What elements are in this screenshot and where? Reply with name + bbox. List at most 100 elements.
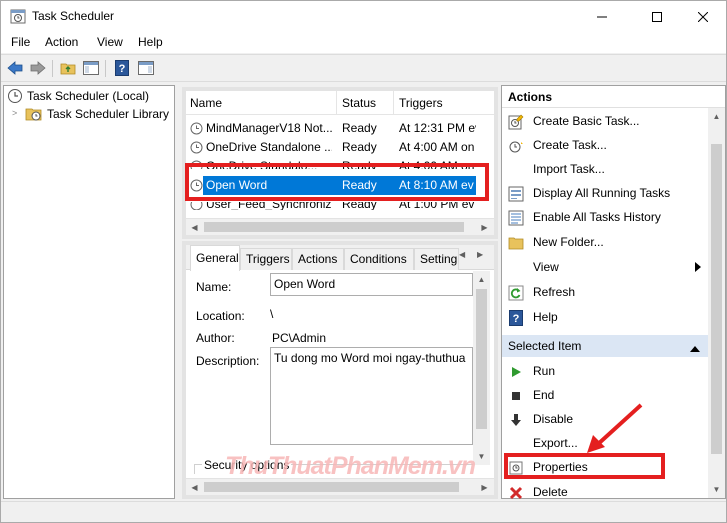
details-vertical-scrollbar[interactable]: ▲ ▼ [473, 271, 490, 465]
action-delete[interactable]: Delete [502, 481, 708, 500]
back-arrow-icon[interactable] [5, 59, 25, 77]
up-folder-icon[interactable] [58, 59, 78, 77]
action-label: Delete [533, 485, 568, 499]
column-header-triggers[interactable]: Triggers [399, 96, 443, 110]
tab-actions[interactable]: Actions [292, 248, 344, 270]
action-label: New Folder... [533, 235, 604, 249]
column-header-name[interactable]: Name [190, 96, 222, 110]
task-name: OneDrive Standalone ... [206, 140, 332, 154]
tab-scroll-left-icon[interactable]: ◀ [459, 250, 465, 259]
scroll-down-icon[interactable]: ▼ [473, 448, 490, 465]
details-tabs: General Triggers Actions Conditions Sett… [186, 245, 494, 271]
close-button[interactable] [680, 1, 726, 32]
status-bar [1, 501, 726, 522]
chevron-right-icon[interactable]: > [12, 108, 17, 118]
menu-file[interactable]: File [11, 35, 30, 49]
folder-clock-icon [25, 106, 43, 125]
task-row[interactable]: User_Feed_Synchroniz... Ready At 1:00 PM… [186, 202, 476, 210]
action-label: Create Task... [533, 138, 607, 152]
show-hide-tree-icon[interactable] [81, 59, 101, 77]
tree-child-label: Task Scheduler Library [47, 107, 170, 121]
running-tasks-icon [508, 186, 524, 202]
help-icon[interactable]: ? [112, 59, 132, 77]
toolbar: ? [1, 54, 726, 82]
selected-item-title: Selected Item [508, 339, 582, 353]
collapse-arrow-icon[interactable] [690, 341, 700, 355]
minimize-button[interactable] [579, 1, 625, 32]
action-new-folder[interactable]: New Folder... [502, 231, 708, 254]
submenu-arrow-icon [695, 261, 701, 275]
task-clock-icon [190, 202, 203, 210]
action-help[interactable]: ? Help [502, 306, 708, 329]
scroll-right-icon[interactable]: ▶ [476, 479, 493, 496]
tab-triggers[interactable]: Triggers [240, 248, 292, 270]
location-value: \ [270, 307, 274, 321]
task-trigger: At 1:00 PM ev [399, 202, 475, 210]
menu-action[interactable]: Action [45, 35, 78, 49]
tab-general[interactable]: General [190, 245, 240, 271]
action-label: View [533, 260, 559, 274]
action-display-running-tasks[interactable]: Display All Running Tasks [502, 182, 708, 205]
create-basic-task-icon [508, 114, 524, 130]
tree-root-label: Task Scheduler (Local) [27, 89, 150, 103]
scroll-down-icon[interactable]: ▼ [708, 481, 725, 498]
action-run[interactable]: Run [502, 360, 708, 383]
action-label: Refresh [533, 285, 576, 299]
scroll-up-icon[interactable]: ▲ [708, 108, 725, 125]
menu-view[interactable]: View [97, 35, 123, 49]
menu-bar: File Action View Help [1, 32, 726, 53]
forward-arrow-icon[interactable] [28, 59, 48, 77]
svg-text:?: ? [513, 313, 520, 325]
scroll-thumb[interactable] [204, 222, 464, 232]
name-field[interactable]: Open Word [270, 273, 473, 296]
scroll-thumb[interactable] [204, 482, 459, 492]
action-create-basic-task[interactable]: Create Basic Task... [502, 110, 708, 133]
window-title: Task Scheduler [32, 9, 115, 23]
task-row[interactable]: OneDrive Standalone ... Ready At 4:00 AM… [186, 138, 476, 157]
column-divider [393, 91, 394, 114]
action-label: Display All Running Tasks [533, 186, 671, 200]
end-icon [508, 388, 524, 404]
action-import-task[interactable]: Import Task... [502, 158, 708, 181]
action-label: Run [533, 364, 556, 378]
scroll-left-icon[interactable]: ◀ [186, 479, 203, 496]
action-label: Disable [533, 412, 574, 426]
description-label: Description: [196, 354, 260, 368]
annotation-arrow-icon [587, 403, 643, 453]
task-status: Ready [342, 202, 377, 210]
action-refresh[interactable]: Refresh [502, 281, 708, 304]
menu-help[interactable]: Help [138, 35, 163, 49]
scroll-thumb[interactable] [476, 289, 487, 429]
task-scheduler-icon [10, 8, 26, 24]
task-list-horizontal-scrollbar[interactable]: ◀ ▶ [186, 218, 494, 235]
task-clock-icon [190, 122, 203, 138]
actions-header[interactable]: Actions [502, 86, 725, 108]
tasks-history-icon [508, 210, 524, 226]
action-label: Import Task... [533, 162, 605, 176]
action-label: Export... [533, 436, 578, 450]
tree-item-task-scheduler-library[interactable]: > Task Scheduler Library [4, 105, 174, 123]
action-create-task[interactable]: Create Task... [502, 134, 708, 157]
action-label: Help [533, 310, 558, 324]
tab-scroll-right-icon[interactable]: ▶ [477, 250, 483, 259]
action-enable-tasks-history[interactable]: Enable All Tasks History [502, 206, 708, 229]
scroll-up-icon[interactable]: ▲ [473, 271, 490, 288]
column-header-status[interactable]: Status [342, 96, 376, 110]
action-label: Create Basic Task... [533, 114, 640, 128]
tab-settings[interactable]: Setting [414, 248, 459, 270]
actions-vertical-scrollbar[interactable]: ▲ ▼ [708, 108, 725, 498]
toolbar-separator [105, 60, 106, 77]
show-hide-action-pane-icon[interactable] [136, 59, 156, 77]
task-clock-icon [190, 141, 203, 157]
scroll-left-icon[interactable]: ◀ [186, 219, 203, 236]
task-row[interactable]: MindManagerV18 Not... Ready At 12:31 PM … [186, 119, 476, 138]
maximize-button[interactable] [634, 1, 680, 32]
folder-icon [508, 235, 524, 251]
watermark: ThuThuatPhanMem.vn [225, 452, 476, 480]
description-field[interactable]: Tu dong mo Word moi ngay-thuthua [270, 347, 473, 445]
action-view[interactable]: View [502, 256, 708, 279]
selected-item-header[interactable]: Selected Item [502, 335, 708, 357]
scroll-right-icon[interactable]: ▶ [476, 219, 493, 236]
tab-conditions[interactable]: Conditions [344, 248, 414, 270]
scroll-thumb[interactable] [711, 144, 722, 454]
